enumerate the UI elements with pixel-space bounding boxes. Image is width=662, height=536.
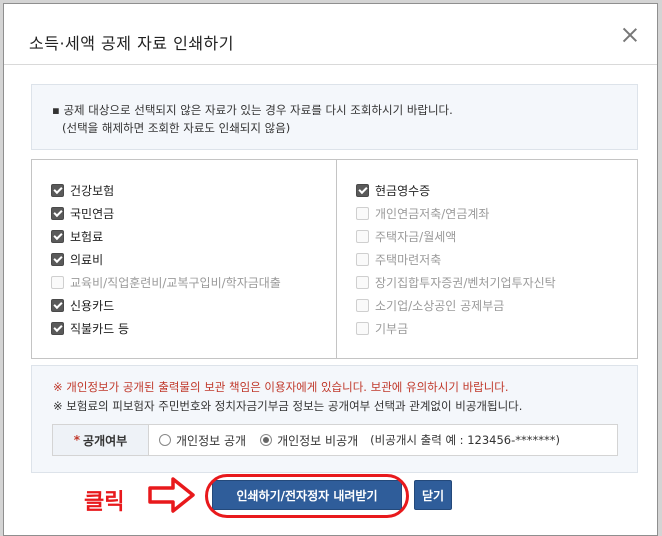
- right-checkbox-3: [356, 252, 369, 266]
- right-label-1: 개인연금저축/연금계좌: [375, 206, 490, 221]
- left-checkbox-1[interactable]: [51, 206, 64, 220]
- dialog-title: 소득·세액 공제 자료 인쇄하기: [29, 34, 234, 53]
- left-item-5[interactable]: 신용카드: [51, 297, 114, 313]
- right-checkbox-1: [356, 206, 369, 220]
- right-item-6: 기부금: [356, 320, 408, 336]
- private-example-hint: (비공개시 출력 예 : 123456-*******): [370, 433, 561, 447]
- warning-line-2: ※ 보험료의 피보험자 주민번호와 정치자금기부금 정보는 공개여부 선택과 관…: [53, 399, 523, 413]
- left-item-6[interactable]: 직불카드 등: [51, 320, 129, 336]
- right-checkbox-0[interactable]: [356, 183, 369, 197]
- right-checkbox-5: [356, 298, 369, 312]
- right-item-1: 개인연금저축/연금계좌: [356, 205, 489, 221]
- right-label-2: 주택자금/월세액: [375, 229, 457, 244]
- left-label-6: 직불카드 등: [70, 321, 130, 336]
- right-checkbox-column: 현금영수증개인연금저축/연금계좌주택자금/월세액주택마련저축장기집합투자증권/벤…: [336, 160, 637, 358]
- left-item-2[interactable]: 보험료: [51, 228, 103, 244]
- left-checkbox-6[interactable]: [51, 321, 64, 335]
- warning-line-1: ※ 개인정보가 공개된 출력물의 보관 책임은 이용자에게 있습니다. 보관에 …: [53, 380, 509, 394]
- left-checkbox-3[interactable]: [51, 252, 64, 266]
- left-item-1[interactable]: 국민연금: [51, 205, 114, 221]
- checkbox-panel: 건강보험국민연금보험료의료비교육비/직업훈련비/교복구입비/학자금대출신용카드직…: [31, 159, 638, 359]
- public-label: * 공개여부: [53, 425, 149, 455]
- left-label-0: 건강보험: [70, 183, 115, 198]
- left-label-2: 보험료: [70, 229, 104, 244]
- left-checkbox-4: [51, 275, 64, 289]
- right-label-6: 기부금: [375, 321, 409, 336]
- left-checkbox-0[interactable]: [51, 183, 64, 197]
- left-checkbox-5[interactable]: [51, 298, 64, 312]
- right-label-4: 장기집합투자증권/벤처기업투자신탁: [375, 275, 556, 290]
- left-item-4: 교육비/직업훈련비/교복구입비/학자금대출: [51, 274, 281, 290]
- radio-public-label: 개인정보 공개: [176, 433, 247, 448]
- right-label-5: 소기업/소상공인 공제부금: [375, 298, 505, 313]
- click-annotation: 클릭: [84, 490, 125, 515]
- right-item-2: 주택자금/월세액: [356, 228, 456, 244]
- right-item-0[interactable]: 현금영수증: [356, 182, 430, 198]
- right-label-0: 현금영수증: [375, 183, 431, 198]
- left-checkbox-column: 건강보험국민연금보험료의료비교육비/직업훈련비/교복구입비/학자금대출신용카드직…: [32, 160, 336, 358]
- right-checkbox-2: [356, 229, 369, 243]
- right-checkbox-4: [356, 275, 369, 289]
- left-label-1: 국민연금: [70, 206, 115, 221]
- warning-box: ※ 개인정보가 공개된 출력물의 보관 책임은 이용자에게 있습니다. 보관에 …: [31, 365, 638, 473]
- radio-public[interactable]: 개인정보 공개: [159, 432, 246, 449]
- radio-private-label: 개인정보 비공개: [277, 433, 359, 448]
- right-checkbox-6: [356, 321, 369, 335]
- title-divider: [4, 64, 657, 65]
- radio-private[interactable]: 개인정보 비공개: [260, 432, 358, 449]
- radio-public-circle[interactable]: [159, 434, 171, 446]
- close-icon[interactable]: [621, 26, 639, 44]
- arrow-right-icon: [148, 477, 195, 513]
- right-item-5: 소기업/소상공인 공제부금: [356, 297, 504, 313]
- left-label-4: 교육비/직업훈련비/교복구입비/학자금대출: [70, 275, 281, 290]
- left-label-3: 의료비: [70, 252, 104, 267]
- public-label-text: 공개여부: [83, 433, 128, 448]
- print-download-button[interactable]: 인쇄하기/전자정자 내려받기: [212, 480, 402, 510]
- public-option-row: * 공개여부 개인정보 공개 개인정보 비공개 (비공개시 출력 예 : 123…: [52, 424, 618, 456]
- notice-line-2: (선택을 해제하면 조회한 자료도 인쇄되지 않음): [62, 121, 291, 135]
- left-label-5: 신용카드: [70, 298, 115, 313]
- notice-box: ▪ 공제 대상으로 선택되지 않은 자료가 있는 경우 자료를 다시 조회하시기…: [31, 84, 638, 150]
- left-item-3[interactable]: 의료비: [51, 251, 103, 267]
- left-checkbox-2[interactable]: [51, 229, 64, 243]
- left-item-0[interactable]: 건강보험: [51, 182, 114, 198]
- required-star: *: [73, 433, 81, 447]
- close-button[interactable]: 닫기: [414, 480, 452, 510]
- right-item-3: 주택마련저축: [356, 251, 441, 267]
- radio-private-circle[interactable]: [260, 434, 273, 446]
- notice-line-1: ▪ 공제 대상으로 선택되지 않은 자료가 있는 경우 자료를 다시 조회하시기…: [52, 103, 453, 117]
- right-label-3: 주택마련저축: [375, 252, 442, 267]
- right-item-4: 장기집합투자증권/벤처기업투자신탁: [356, 274, 556, 290]
- print-dialog: 소득·세액 공제 자료 인쇄하기 ▪ 공제 대상으로 선택되지 않은 자료가 있…: [3, 3, 658, 536]
